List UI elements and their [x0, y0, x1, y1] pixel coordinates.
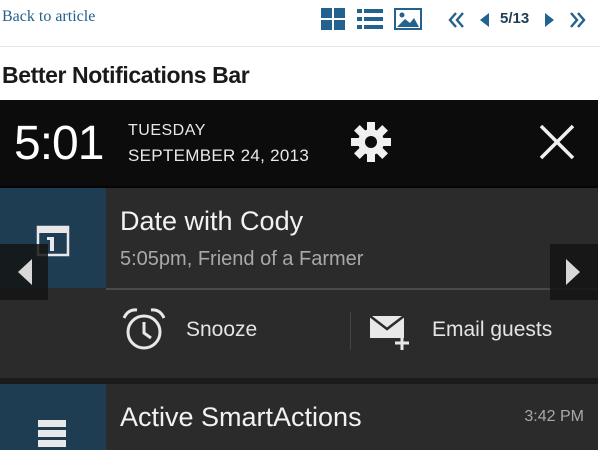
notification-header: 5:01 TUESDAY SEPTEMBER 24, 2013 [0, 100, 598, 188]
page-title: Better Notifications Bar [2, 62, 250, 88]
notification-card[interactable]: Active SmartActions 3:42 PM [0, 384, 598, 450]
notification-card[interactable]: Date with Cody 5:05pm, Friend of a Farme… [0, 188, 598, 378]
clock: 5:01 [14, 117, 104, 170]
back-to-article-link[interactable]: Back to article [2, 8, 95, 26]
email-guests-label: Email guests [432, 318, 553, 341]
date-label: SEPTEMBER 24, 2013 [128, 146, 310, 165]
notification-subtitle: 5:05pm, Friend of a Farmer [120, 248, 364, 270]
first-page-icon[interactable] [448, 11, 466, 34]
day-label: TUESDAY [128, 122, 206, 139]
notification-screenshot: 5:01 TUESDAY SEPTEMBER 24, 2013 Date wit… [0, 100, 598, 450]
snooze-button[interactable]: Snooze [120, 298, 345, 360]
notification-time: 3:42 PM [524, 408, 584, 425]
notification-divider [106, 288, 598, 290]
last-page-icon[interactable] [568, 11, 586, 34]
email-guests-button[interactable]: Email guests [360, 298, 592, 360]
list-view-icon[interactable] [357, 8, 383, 35]
notification-title: Active SmartActions [120, 402, 362, 432]
next-slide-button[interactable] [550, 244, 598, 300]
snooze-label: Snooze [186, 318, 258, 341]
list-stack-icon [38, 420, 66, 450]
grid-view-icon[interactable] [321, 8, 345, 35]
notification-icon-area [0, 384, 106, 450]
gear-icon[interactable] [349, 120, 393, 169]
action-separator [350, 312, 351, 350]
gallery-toolbar: Back to article 5/13 [0, 0, 600, 47]
email-add-icon [360, 306, 414, 357]
prev-page-icon[interactable] [478, 12, 490, 33]
previous-slide-button[interactable] [0, 244, 48, 300]
close-icon[interactable] [537, 122, 577, 167]
notification-title: Date with Cody [120, 206, 304, 236]
alarm-clock-icon [120, 306, 168, 357]
next-page-icon[interactable] [544, 12, 556, 33]
gallery-view-icon[interactable] [394, 8, 422, 35]
page-counter: 5/13 [500, 10, 530, 27]
